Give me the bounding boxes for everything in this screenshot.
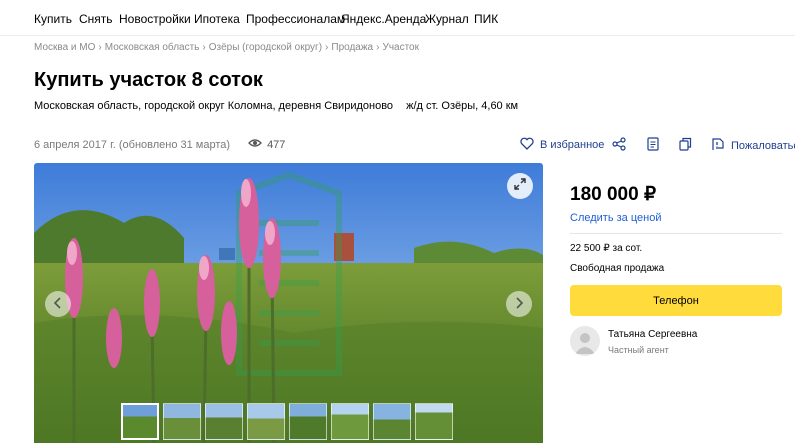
price: 180 000 ₽ bbox=[570, 184, 657, 205]
thumbnail[interactable] bbox=[205, 403, 243, 440]
report-icon bbox=[711, 137, 725, 154]
nav-mortgage[interactable]: Ипотека bbox=[194, 12, 240, 26]
breadcrumb-separator: › bbox=[202, 42, 206, 53]
thumbnail[interactable] bbox=[373, 403, 411, 440]
deal-type: Свободная продажа bbox=[570, 263, 665, 274]
print-button[interactable] bbox=[647, 137, 659, 154]
main-photo bbox=[34, 163, 543, 443]
agent-name[interactable]: Татьяна Сергеевна bbox=[608, 329, 697, 340]
nav-new-buildings[interactable]: Новостройки bbox=[119, 12, 191, 26]
views-count: 477 bbox=[267, 138, 286, 151]
listing-station: ж/д ст. Озёры, 4,60 км bbox=[406, 100, 519, 112]
page-title: Купить участок 8 соток bbox=[34, 69, 263, 91]
breadcrumb-separator: › bbox=[98, 42, 102, 53]
listing-address-line: Московская область, городской округ Коло… bbox=[34, 100, 518, 112]
top-navigation: Купить Снять Новостройки Ипотека Професс… bbox=[0, 0, 795, 36]
expand-icon bbox=[514, 177, 526, 195]
nav-buy[interactable]: Купить bbox=[34, 12, 72, 26]
thumbnail[interactable] bbox=[163, 403, 201, 440]
thumbnail[interactable] bbox=[331, 403, 369, 440]
eye-icon bbox=[248, 138, 262, 151]
price-per-unit: 22 500 ₽ за сот. bbox=[570, 243, 643, 254]
breadcrumb-item[interactable]: Участок bbox=[382, 42, 419, 53]
price-sidebar: 180 000 ₽ Следить за ценой 22 500 ₽ за с… bbox=[556, 163, 795, 443]
breadcrumb-separator: › bbox=[325, 42, 329, 53]
nav-yandex-arenda[interactable]: Яндекс.Аренда bbox=[341, 12, 426, 26]
thumbnail[interactable] bbox=[121, 403, 159, 440]
copy-icon bbox=[679, 137, 692, 154]
gallery-prev-button[interactable] bbox=[45, 291, 71, 317]
thumbnail[interactable] bbox=[289, 403, 327, 440]
nav-journal[interactable]: Журнал bbox=[425, 12, 469, 26]
thumbnail-strip bbox=[121, 403, 453, 440]
gallery-next-button[interactable] bbox=[506, 291, 532, 317]
share-button[interactable] bbox=[612, 137, 626, 154]
listing-date: 6 апреля 2017 г. (обновлено 31 марта) bbox=[34, 138, 231, 151]
breadcrumb-item[interactable]: Озёры (городской округ) bbox=[209, 42, 322, 53]
document-icon bbox=[647, 137, 659, 154]
phone-button[interactable]: Телефон bbox=[570, 285, 782, 316]
copy-button[interactable] bbox=[679, 137, 692, 154]
breadcrumb-separator: › bbox=[376, 42, 380, 53]
share-icon bbox=[612, 137, 626, 154]
listing-meta: 6 апреля 2017 г. (обновлено 31 марта) 47… bbox=[34, 138, 285, 151]
chevron-left-icon bbox=[53, 296, 62, 312]
complain-button[interactable]: Пожаловаться bbox=[711, 137, 795, 154]
breadcrumb: Москва и МО › Московская область › Озёры (го… bbox=[34, 42, 419, 53]
agent-type: Частный агент bbox=[608, 345, 669, 355]
thumbnail[interactable] bbox=[247, 403, 285, 440]
favorite-button[interactable]: В избранное bbox=[520, 137, 604, 153]
complain-label: Пожаловаться bbox=[731, 139, 795, 152]
thumbnail[interactable] bbox=[415, 403, 453, 440]
breadcrumb-item[interactable]: Московская область bbox=[105, 42, 200, 53]
breadcrumb-item[interactable]: Москва и МО bbox=[34, 42, 95, 53]
nav-rent[interactable]: Снять bbox=[79, 12, 113, 26]
fullscreen-button[interactable] bbox=[507, 173, 533, 199]
chevron-right-icon bbox=[515, 296, 524, 312]
listing-address: Московская область, городской округ Коло… bbox=[34, 100, 394, 112]
nav-pik[interactable]: ПИК bbox=[474, 12, 498, 26]
breadcrumb-item[interactable]: Продажа bbox=[331, 42, 373, 53]
favorite-label: В избранное bbox=[540, 139, 605, 151]
nav-professionals[interactable]: Профессионалам bbox=[246, 12, 345, 26]
views-counter: 477 bbox=[248, 138, 285, 151]
photo-gallery[interactable] bbox=[34, 163, 543, 443]
heart-icon bbox=[520, 137, 534, 153]
follow-price-link[interactable]: Следить за ценой bbox=[570, 212, 661, 224]
avatar[interactable] bbox=[570, 326, 600, 356]
divider bbox=[570, 233, 782, 234]
